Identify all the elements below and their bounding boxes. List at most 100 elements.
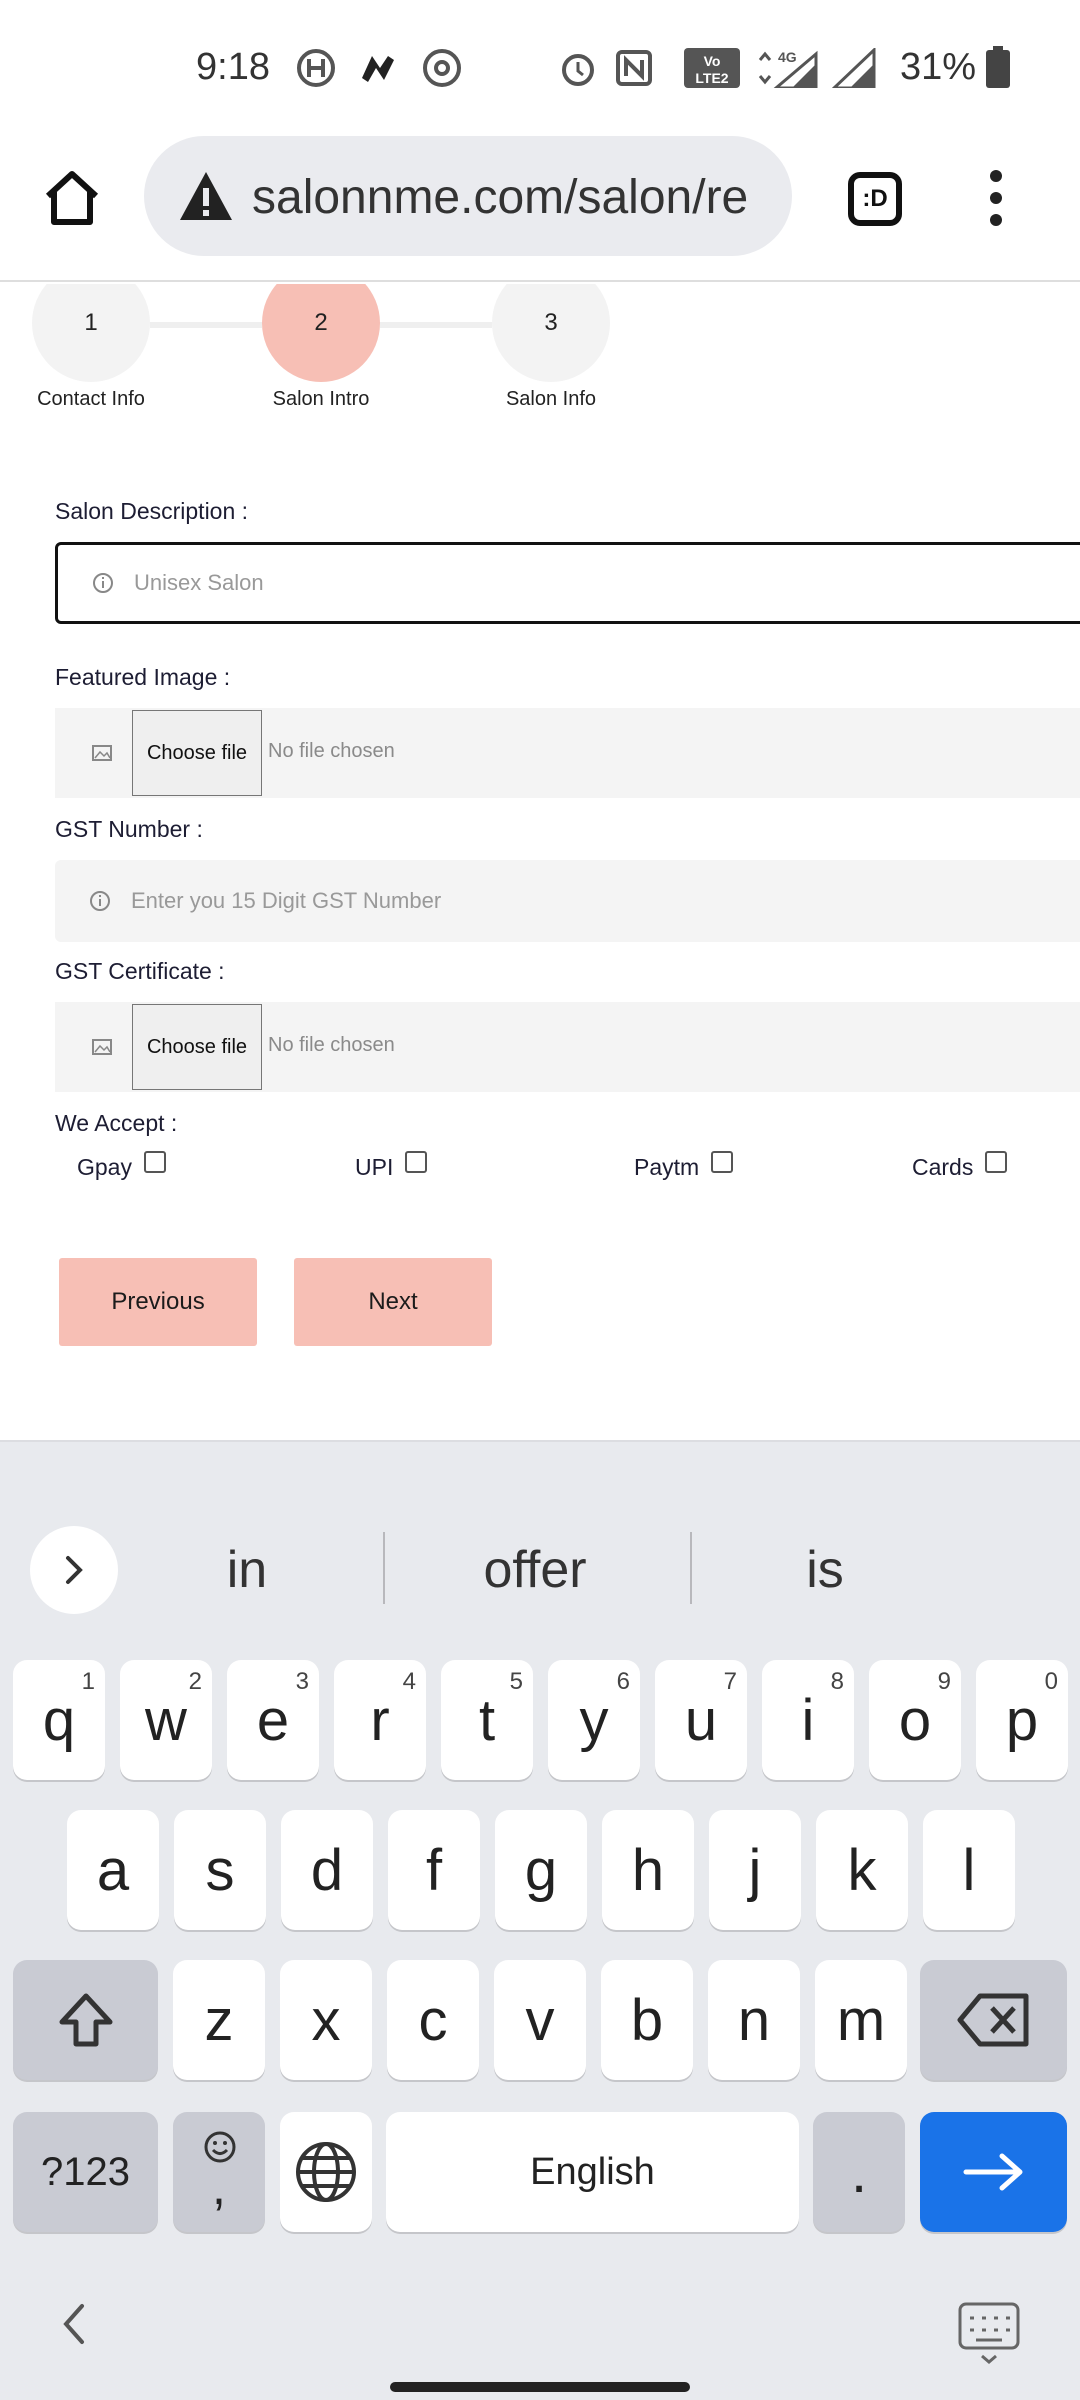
step-3-circle[interactable]: 3 (492, 284, 610, 382)
not-secure-warning-icon[interactable] (178, 170, 234, 222)
key-hint: 2 (188, 1668, 202, 1695)
upi-label: UPI (355, 1154, 394, 1180)
gesture-nav-pill[interactable] (390, 2382, 690, 2392)
key-hint: 1 (81, 1668, 95, 1695)
key-c[interactable]: c (387, 1960, 479, 2080)
key-hint: 0 (1044, 1668, 1058, 1695)
key-t[interactable]: 5t (441, 1660, 533, 1780)
keyboard-switch-icon[interactable] (956, 2300, 1022, 2366)
key-e[interactable]: 3e (227, 1660, 319, 1780)
upi-checkbox[interactable] (405, 1150, 428, 1173)
suggestion-3[interactable]: is (700, 1540, 950, 1600)
emoji-comma-key[interactable]: , (173, 2112, 265, 2232)
paytm-checkbox[interactable] (711, 1150, 734, 1173)
gst-number-input[interactable] (131, 860, 1031, 942)
key-d[interactable]: d (281, 1810, 373, 1930)
key-r[interactable]: 4r (334, 1660, 426, 1780)
salon-description-field[interactable] (55, 542, 1080, 624)
shift-key[interactable] (13, 1960, 158, 2080)
payment-option-upi[interactable]: UPI (355, 1150, 428, 1181)
payment-options: Gpay UPI Paytm Cards (0, 1150, 1080, 1194)
svg-text:4G: 4G (778, 49, 797, 65)
payment-option-cards[interactable]: Cards (912, 1150, 1008, 1181)
symbols-key[interactable]: ?123 (13, 2112, 158, 2232)
suggestion-2[interactable]: offer (410, 1540, 660, 1600)
key-n[interactable]: n (708, 1960, 800, 2080)
url-text[interactable]: salonnme.com/salon/re (252, 170, 748, 225)
key-k[interactable]: k (816, 1810, 908, 1930)
hide-keyboard-back-icon[interactable] (58, 2300, 88, 2348)
period-key[interactable]: . (813, 2112, 905, 2232)
backspace-icon (957, 1993, 1028, 2047)
key-hint: 7 (723, 1668, 737, 1695)
key-y[interactable]: 6y (548, 1660, 640, 1780)
svg-text:Vo: Vo (704, 53, 721, 69)
key-g[interactable]: g (495, 1810, 587, 1930)
cards-checkbox[interactable] (985, 1150, 1008, 1173)
battery-icon (986, 46, 1010, 88)
key-hint: 9 (937, 1668, 951, 1695)
featured-image-field: Choose file No file chosen (55, 708, 1080, 798)
battery-percent: 31% (900, 46, 977, 88)
key-hint: 3 (295, 1668, 309, 1695)
key-label: t (478, 1687, 496, 1753)
url-bar[interactable]: salonnme.com/salon/re (144, 136, 792, 256)
key-v[interactable]: v (494, 1960, 586, 2080)
home-icon[interactable] (40, 166, 104, 230)
tab-switcher-button[interactable]: :D (848, 172, 902, 226)
stepper-connector (150, 322, 262, 328)
gst-certificate-label: GST Certificate : (55, 958, 225, 984)
next-button[interactable]: Next (294, 1258, 492, 1346)
featured-image-choose-file-button[interactable]: Choose file (132, 710, 262, 796)
key-h[interactable]: h (602, 1810, 694, 1930)
keyboard-divider (0, 1440, 1080, 1442)
page-content: 1 2 3 Contact Info Salon Intro Salon Inf… (0, 284, 1080, 1440)
gpay-checkbox[interactable] (143, 1150, 166, 1173)
space-key[interactable]: English (386, 2112, 799, 2232)
gst-certificate-choose-file-button[interactable]: Choose file (132, 1004, 262, 1090)
go-key[interactable] (920, 2112, 1067, 2232)
key-hint: 4 (402, 1668, 416, 1695)
key-j[interactable]: j (709, 1810, 801, 1930)
key-q[interactable]: 1q (13, 1660, 105, 1780)
salon-description-input[interactable] (134, 545, 1034, 621)
expand-toolbar-button[interactable] (30, 1526, 118, 1614)
key-label: y (579, 1687, 609, 1753)
key-label: e (256, 1687, 290, 1753)
key-i[interactable]: 8i (762, 1660, 854, 1780)
key-x[interactable]: x (280, 1960, 372, 2080)
key-l[interactable]: l (923, 1810, 1015, 1930)
key-z[interactable]: z (173, 1960, 265, 2080)
step-1-circle[interactable]: 1 (32, 284, 150, 382)
key-s[interactable]: s (174, 1810, 266, 1930)
key-u[interactable]: 7u (655, 1660, 747, 1780)
key-b[interactable]: b (601, 1960, 693, 2080)
backspace-key[interactable] (920, 1960, 1067, 2080)
key-o[interactable]: 9o (869, 1660, 961, 1780)
step-2-circle[interactable]: 2 (262, 284, 380, 382)
key-p[interactable]: 0p (976, 1660, 1068, 1780)
suggestion-1[interactable]: in (122, 1540, 372, 1600)
more-options-icon[interactable] (978, 168, 1014, 228)
gst-number-field[interactable] (55, 860, 1080, 942)
key-m[interactable]: m (815, 1960, 907, 2080)
paytm-label: Paytm (634, 1154, 700, 1180)
previous-button[interactable]: Previous (59, 1258, 257, 1346)
nfc-icon (616, 50, 652, 86)
on-screen-keyboard: in offer is 1q2w3e4r5t6y7u8i9o0p asdfghj… (0, 1440, 1080, 2400)
payment-option-gpay[interactable]: Gpay (77, 1150, 166, 1181)
key-f[interactable]: f (388, 1810, 480, 1930)
status-time: 9:18 (196, 46, 270, 88)
key-label: p (1005, 1687, 1039, 1753)
key-label: u (684, 1687, 718, 1753)
info-icon (90, 891, 110, 911)
volte-icon: VoLTE2 (684, 48, 740, 88)
signal-icon (832, 48, 876, 88)
image-icon (92, 1039, 112, 1055)
payment-option-paytm[interactable]: Paytm (634, 1150, 734, 1181)
language-key[interactable] (280, 2112, 372, 2232)
gpay-label: Gpay (77, 1154, 132, 1180)
key-w[interactable]: 2w (120, 1660, 212, 1780)
key-a[interactable]: a (67, 1810, 159, 1930)
hotstar-icon (297, 49, 335, 87)
